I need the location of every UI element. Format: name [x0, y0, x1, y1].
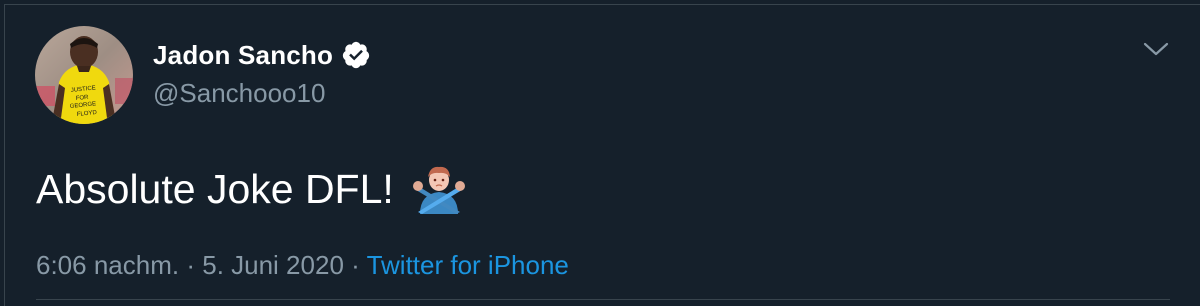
author-name[interactable]: Jadon Sancho	[153, 40, 333, 71]
separator-dot: ·	[186, 250, 195, 280]
chevron-down-icon[interactable]	[1143, 38, 1169, 60]
separator-dot: ·	[351, 250, 360, 280]
tweet-text: Absolute Joke DFL!	[36, 165, 394, 212]
tweet-time[interactable]: 6:06 nachm.	[36, 250, 179, 280]
divider	[36, 299, 1170, 300]
tweet-body: Absolute Joke DFL!	[36, 164, 466, 214]
avatar-image: JUSTICE FOR GEORGE FLOYD	[35, 26, 133, 124]
author-handle[interactable]: @Sanchooo10	[153, 78, 325, 109]
tweet-metadata: 6:06 nachm. · 5. Juni 2020 · Twitter for…	[36, 250, 569, 281]
avatar[interactable]: JUSTICE FOR GEORGE FLOYD	[35, 26, 133, 124]
tweet-date[interactable]: 5. Juni 2020	[202, 250, 344, 280]
author-name-row[interactable]: Jadon Sancho	[153, 38, 371, 72]
verified-badge-icon	[341, 40, 371, 70]
person-gesturing-no-emoji	[412, 164, 466, 214]
tweet-source-link[interactable]: Twitter for iPhone	[367, 250, 569, 280]
